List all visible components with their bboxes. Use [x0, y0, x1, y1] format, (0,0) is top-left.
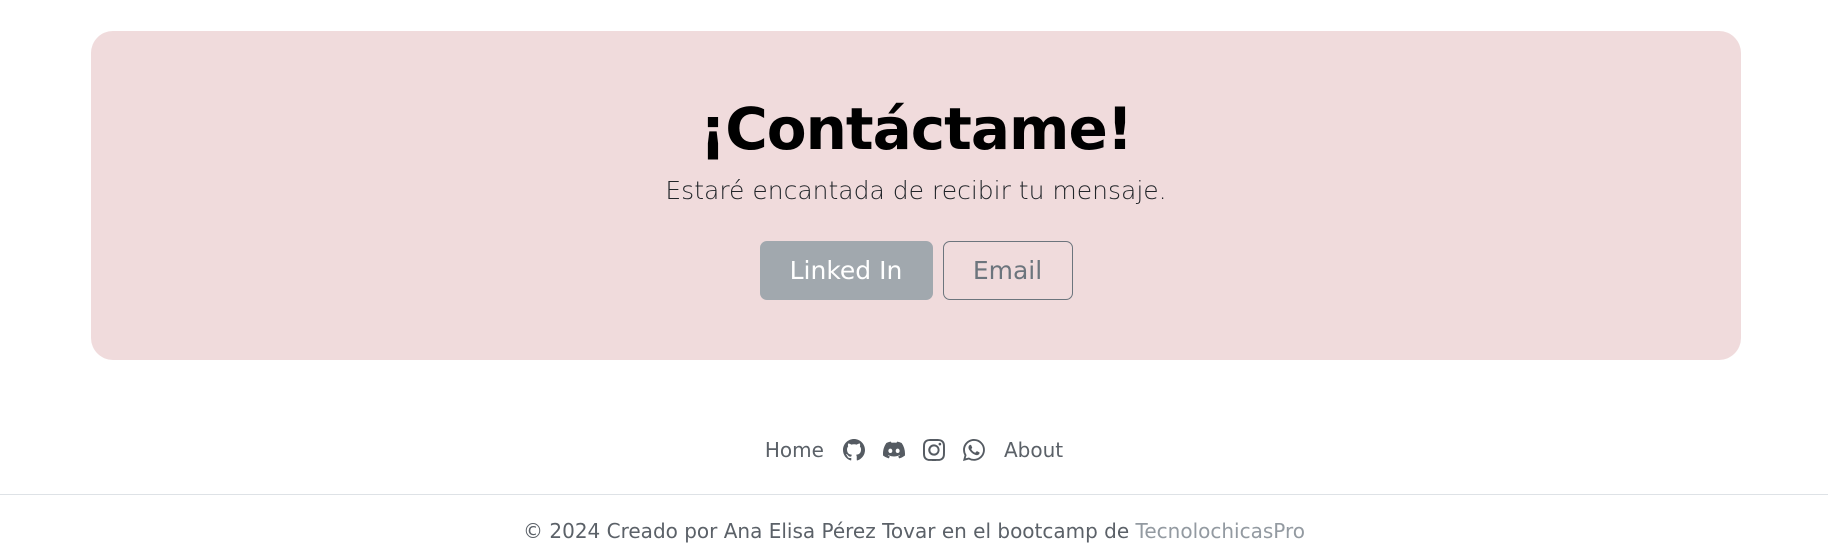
linkedin-button[interactable]: Linked In [759, 241, 933, 300]
copyright: © 2024 Creado por Ana Elisa Pérez Tovar … [0, 513, 1828, 549]
contact-title: ¡Contáctame! [699, 95, 1134, 163]
tecnolochicas-link[interactable]: TecnolochicasPro [1136, 519, 1305, 543]
contact-buttons: Linked In Email [91, 241, 1741, 300]
nav-about-link[interactable]: About [994, 432, 1073, 468]
copyright-text: © 2024 Creado por Ana Elisa Pérez Tovar … [523, 519, 1136, 543]
footer-divider [0, 494, 1828, 495]
instagram-icon[interactable] [914, 432, 954, 468]
footer-nav: Home About [0, 432, 1828, 468]
contact-subtitle: Estaré encantada de recibir tu mensaje. [665, 176, 1167, 205]
whatsapp-icon[interactable] [954, 432, 994, 468]
discord-icon[interactable] [874, 432, 914, 468]
nav-home-link[interactable]: Home [755, 432, 834, 468]
page: ¡Contáctame! Estaré encantada de recibir… [0, 0, 1828, 560]
github-icon[interactable] [834, 432, 874, 468]
email-button[interactable]: Email [942, 241, 1073, 300]
contact-card: ¡Contáctame! Estaré encantada de recibir… [91, 31, 1741, 360]
